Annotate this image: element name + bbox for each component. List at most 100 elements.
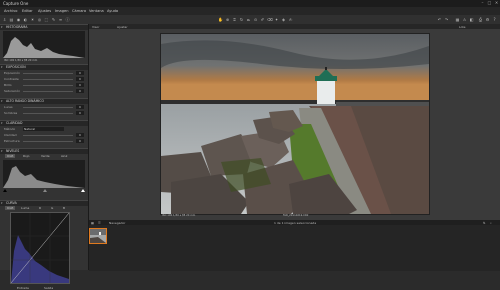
exposure-warning-icon[interactable]: ⚠ — [462, 17, 467, 22]
levels-tab-green[interactable]: Verde — [41, 154, 50, 158]
annotate-icon[interactable]: ✍ — [288, 17, 293, 22]
levels-graph[interactable] — [3, 160, 85, 188]
contrast-slider[interactable] — [23, 79, 73, 80]
undo-icon[interactable]: ↶ — [437, 17, 442, 22]
metadata-icon[interactable]: ⓘ — [65, 17, 70, 22]
clarity-slider[interactable] — [23, 135, 73, 136]
menu-ajustes[interactable]: Ajustes — [38, 9, 51, 13]
capture-icon[interactable]: ◉ — [16, 17, 21, 22]
exposure-header[interactable]: ▾ EXPOSICIÓN — [0, 64, 88, 70]
maximize-button[interactable]: □ — [487, 1, 492, 5]
menu-ventana[interactable]: Ventana — [89, 9, 104, 13]
color-icon[interactable]: ◐ — [23, 17, 28, 22]
clarity-row[interactable]: Claridad 0 — [3, 133, 85, 138]
viewer-zoom[interactable]: Ajustar — [117, 25, 128, 29]
help-icon[interactable]: ? — [492, 17, 497, 22]
menu-camara[interactable]: Cámara — [72, 9, 86, 13]
spot-icon[interactable]: ⊙ — [253, 17, 258, 22]
shadows-value[interactable]: 0 — [76, 111, 84, 115]
brightness-row[interactable]: Brillo 0 — [3, 83, 85, 88]
brush-icon[interactable]: ✐ — [260, 17, 265, 22]
saturation-slider[interactable] — [23, 91, 73, 92]
composition-icon[interactable]: ⬚ — [44, 17, 49, 22]
curve-graph[interactable] — [10, 212, 70, 284]
minimize-button[interactable]: – — [480, 1, 485, 5]
zoom-icon[interactable]: ⊕ — [225, 17, 230, 22]
search-icon[interactable]: ⌕ — [490, 221, 492, 225]
pan-icon[interactable]: ✋ — [218, 17, 223, 22]
print-icon[interactable]: ⎙ — [478, 17, 483, 22]
collapse-icon: ▾ — [1, 25, 3, 29]
details-icon[interactable]: ✎ — [51, 17, 56, 22]
black-point-handle[interactable] — [3, 189, 7, 192]
histogram-graph — [3, 31, 85, 58]
highlights-row[interactable]: Luces 0 — [3, 105, 85, 110]
clarity-method-row[interactable]: Método Natural — [3, 127, 85, 132]
wb-picker-icon[interactable]: ◈ — [281, 17, 286, 22]
structure-value[interactable]: 0 — [76, 139, 84, 143]
close-button[interactable]: ✕ — [494, 1, 499, 5]
exposure-row[interactable]: Exposición 0 — [3, 71, 85, 76]
highlights-value[interactable]: 0 — [76, 105, 84, 109]
histogram-header[interactable]: ▾ HISTOGRAMA — [0, 24, 88, 30]
curve-tab-r[interactable]: R — [39, 206, 41, 210]
structure-row[interactable]: Estructura 0 — [3, 139, 85, 144]
shadows-row[interactable]: Sombras 0 — [3, 111, 85, 116]
levels-tab-blue[interactable]: Azul — [61, 154, 67, 158]
grid-view-icon[interactable]: ▦ — [91, 221, 94, 225]
curve-tab-b[interactable]: B — [63, 206, 65, 210]
structure-slider[interactable] — [23, 141, 73, 142]
curve-tab-g[interactable]: G — [51, 206, 53, 210]
shadows-slider[interactable] — [23, 113, 73, 114]
exposure-icon[interactable]: ☀ — [30, 17, 35, 22]
list-view-icon[interactable]: ☰ — [98, 221, 101, 225]
sort-icon[interactable]: ⇅ — [483, 221, 486, 225]
clarity-value[interactable]: 0 — [76, 133, 84, 137]
clarity-header[interactable]: ▾ CLARIDAD — [0, 120, 88, 126]
eraser-icon[interactable]: ⌫ — [267, 17, 273, 22]
exposure-value[interactable]: 0 — [76, 71, 84, 75]
histogram-info: ISO 100 1/30 s f/8 20 mm — [4, 59, 38, 62]
import-icon[interactable]: ⇩ — [2, 17, 7, 22]
title-bar: Capture One – □ ✕ — [0, 0, 500, 7]
brightness-slider[interactable] — [23, 85, 73, 86]
viewer-bar: Visor Ajustar Lote — [89, 24, 500, 29]
grid-icon[interactable]: ▦ — [455, 17, 460, 22]
levels-tab-rgb[interactable]: RGB — [5, 154, 16, 158]
saturation-value[interactable]: 0 — [76, 89, 84, 93]
hdr-header[interactable]: ▾ ALTO RANGO DINÁMICO — [0, 98, 88, 104]
lens-icon[interactable]: ◎ — [37, 17, 42, 22]
curve-tab-luma[interactable]: Luma — [21, 206, 29, 210]
photo[interactable] — [160, 33, 430, 215]
menu-editar[interactable]: Editar — [22, 9, 33, 13]
levels-tab-red[interactable]: Rojo — [23, 154, 29, 158]
picker-icon[interactable]: ✦ — [274, 17, 279, 22]
library-icon[interactable]: ▤ — [9, 17, 14, 22]
method-select[interactable]: Natural — [23, 127, 64, 131]
viewer-batch[interactable]: Lote — [459, 25, 465, 29]
menu-archivo[interactable]: Archivo — [4, 9, 17, 13]
proof-icon[interactable]: ◧ — [469, 17, 474, 22]
menu-ayuda[interactable]: Ayuda — [107, 9, 118, 13]
redo-icon[interactable]: ↷ — [444, 17, 449, 22]
contrast-value[interactable]: 0 — [76, 77, 84, 81]
adjustments-icon[interactable]: ≡ — [58, 17, 63, 22]
highlights-slider[interactable] — [23, 107, 73, 108]
contrast-row[interactable]: Contraste 0 — [3, 77, 85, 82]
histogram-shape — [3, 37, 85, 58]
rotate-icon[interactable]: ↻ — [239, 17, 244, 22]
process-icon[interactable]: ⚙ — [485, 17, 490, 22]
levels-tabs: RGB Rojo Verde Azul — [3, 154, 85, 159]
crop-icon[interactable]: ⌗ — [232, 17, 237, 22]
curve-tab-rgb[interactable]: RGB — [5, 206, 16, 210]
brightness-value[interactable]: 0 — [76, 83, 84, 87]
white-point-handle[interactable] — [81, 189, 85, 192]
exposure-slider[interactable] — [23, 73, 73, 74]
saturation-row[interactable]: Saturación 0 — [3, 89, 85, 94]
midpoint-handle[interactable] — [43, 189, 47, 192]
curve-output-label: Salida — [44, 286, 54, 290]
thumbnail[interactable] — [89, 228, 107, 244]
keystone-icon[interactable]: ⏢ — [246, 17, 251, 22]
menu-imagen[interactable]: Imagen — [55, 9, 69, 13]
window-title: Capture One — [3, 1, 29, 6]
